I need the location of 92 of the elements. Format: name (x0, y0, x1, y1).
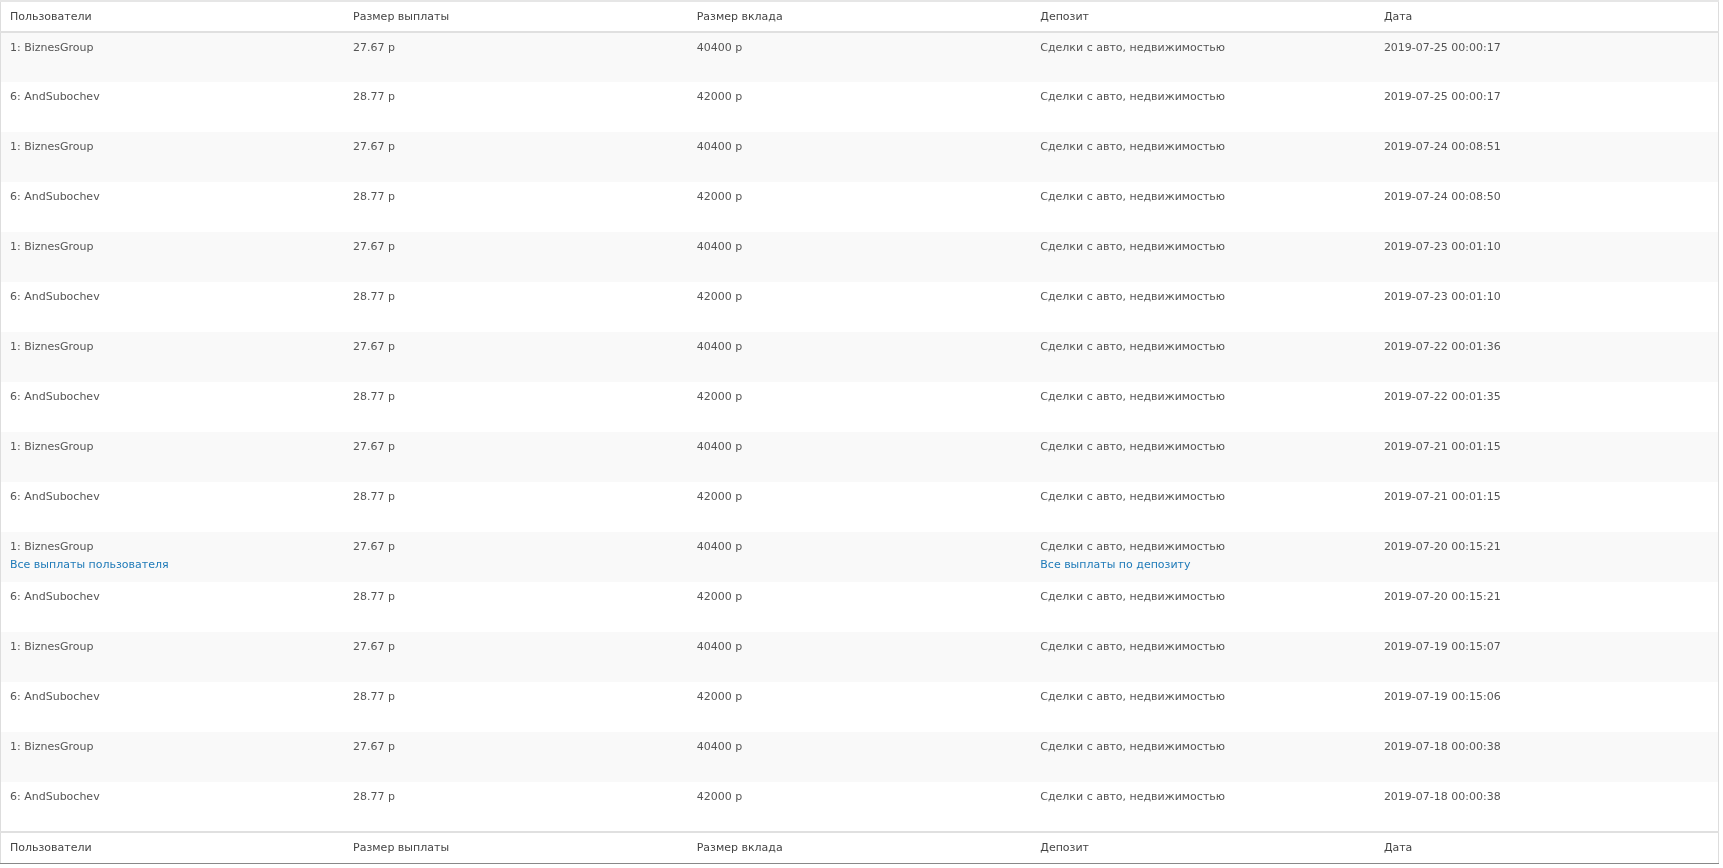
payout-amount: 27.67 р (353, 640, 396, 654)
deposit-payouts-link[interactable]: Все выплаты по депозиту (1040, 558, 1191, 572)
payout-date: 2019-07-25 00:00:17 (1383, 90, 1501, 104)
payout-date: 2019-07-20 00:15:21 (1383, 540, 1501, 554)
payout-amount: 28.77 р (353, 90, 396, 104)
column-header: Пользователи (10, 10, 92, 23)
user-name: 1: BiznesGroup (10, 440, 94, 454)
deposit-amount: 40400 р (696, 340, 743, 354)
payout-date: 2019-07-19 00:15:06 (1383, 690, 1501, 704)
deposit-amount: 42000 р (696, 90, 743, 104)
user-name: 6: AndSubochev (10, 690, 100, 704)
payout-date: 2019-07-18 00:00:38 (1383, 740, 1501, 754)
payout-amount: 27.67 р (353, 740, 396, 754)
deposit-amount: 40400 р (696, 440, 743, 454)
deposit-name: Сделки с авто, недвижимостью (1040, 440, 1226, 454)
payout-amount: 27.67 р (353, 440, 396, 454)
payout-amount: 27.67 р (353, 540, 396, 554)
deposit-name: Сделки с авто, недвижимостью (1040, 390, 1226, 404)
deposit-amount: 42000 р (696, 690, 743, 704)
deposit-name: Сделки с авто, недвижимостью (1040, 190, 1226, 204)
deposit-name: Сделки с авто, недвижимостью (1040, 490, 1226, 504)
deposit-amount: 40400 р (696, 41, 743, 55)
column-header: Дата (1383, 10, 1413, 23)
user-name: 1: BiznesGroup (10, 540, 94, 554)
deposit-amount: 42000 р (696, 590, 743, 604)
user-name: 1: BiznesGroup (10, 640, 94, 654)
payout-date: 2019-07-21 00:01:15 (1383, 440, 1501, 454)
payout-date: 2019-07-21 00:01:15 (1383, 490, 1501, 504)
payout-amount: 28.77 р (353, 390, 396, 404)
payout-amount: 28.77 р (353, 290, 396, 304)
deposit-name: Сделки с авто, недвижимостью (1040, 740, 1226, 754)
deposit-name: Сделки с авто, недвижимостью (1040, 590, 1226, 604)
payout-date: 2019-07-19 00:15:07 (1383, 640, 1501, 654)
deposit-amount: 42000 р (696, 290, 743, 304)
user-name: 1: BiznesGroup (10, 240, 94, 254)
payout-date: 2019-07-24 00:08:50 (1383, 190, 1501, 204)
deposit-name: Сделки с авто, недвижимостью (1040, 340, 1226, 354)
user-payouts-link[interactable]: Все выплаты пользователя (10, 558, 169, 572)
user-name: 6: AndSubochev (10, 490, 100, 504)
deposit-amount: 42000 р (696, 390, 743, 404)
payout-date: 2019-07-18 00:00:38 (1383, 790, 1501, 804)
user-name: 6: AndSubochev (10, 290, 100, 304)
deposit-amount: 42000 р (696, 790, 743, 804)
payout-amount: 28.77 р (353, 590, 396, 604)
payout-amount: 27.67 р (353, 140, 396, 154)
deposit-amount: 40400 р (696, 140, 743, 154)
deposit-name: Сделки с авто, недвижимостью (1040, 90, 1226, 104)
deposit-name: Сделки с авто, недвижимостью (1040, 240, 1226, 254)
column-header: Размер выплаты (353, 10, 450, 23)
column-header: Дата (1383, 841, 1413, 855)
payout-date: 2019-07-25 00:00:17 (1383, 41, 1501, 55)
column-header: Размер вклада (696, 841, 783, 855)
user-name: 6: AndSubochev (10, 190, 100, 204)
payout-amount: 28.77 р (353, 690, 396, 704)
deposit-amount: 42000 р (696, 190, 743, 204)
deposit-name: Сделки с авто, недвижимостью (1040, 290, 1226, 304)
payout-date: 2019-07-22 00:01:36 (1383, 340, 1501, 354)
deposit-name: Сделки с авто, недвижимостью (1040, 540, 1226, 554)
deposit-name: Сделки с авто, недвижимостью (1040, 41, 1226, 55)
column-header: Депозит (1040, 10, 1089, 23)
payout-date: 2019-07-23 00:01:10 (1383, 290, 1501, 304)
deposit-amount: 40400 р (696, 540, 743, 554)
payout-amount: 27.67 р (353, 240, 396, 254)
payout-date: 2019-07-20 00:15:21 (1383, 590, 1501, 604)
payout-date: 2019-07-23 00:01:10 (1383, 240, 1501, 254)
user-name: 6: AndSubochev (10, 790, 100, 804)
user-name: 6: AndSubochev (10, 590, 100, 604)
payout-date: 2019-07-22 00:01:35 (1383, 390, 1501, 404)
column-header: Пользователи (10, 841, 92, 855)
payout-amount: 27.67 р (353, 340, 396, 354)
payout-amount: 28.77 р (353, 790, 396, 804)
column-header: Депозит (1040, 841, 1089, 855)
payout-amount: 28.77 р (353, 190, 396, 204)
user-name: 6: AndSubochev (10, 390, 100, 404)
deposit-name: Сделки с авто, недвижимостью (1040, 690, 1226, 704)
user-name: 1: BiznesGroup (10, 340, 94, 354)
column-header: Размер выплаты (353, 841, 450, 855)
deposit-name: Сделки с авто, недвижимостью (1040, 140, 1226, 154)
user-name: 1: BiznesGroup (10, 740, 94, 754)
user-name: 6: AndSubochev (10, 90, 100, 104)
payout-amount: 28.77 р (353, 490, 396, 504)
column-header: Размер вклада (696, 10, 783, 23)
deposit-amount: 40400 р (696, 740, 743, 754)
payout-amount: 27.67 р (353, 41, 396, 55)
user-name: 1: BiznesGroup (10, 140, 94, 154)
deposit-amount: 40400 р (696, 640, 743, 654)
deposit-name: Сделки с авто, недвижимостью (1040, 790, 1226, 804)
deposit-amount: 40400 р (696, 240, 743, 254)
user-name: 1: BiznesGroup (10, 41, 94, 55)
payout-date: 2019-07-24 00:08:51 (1383, 140, 1501, 154)
deposit-amount: 42000 р (696, 490, 743, 504)
deposit-name: Сделки с авто, недвижимостью (1040, 640, 1226, 654)
